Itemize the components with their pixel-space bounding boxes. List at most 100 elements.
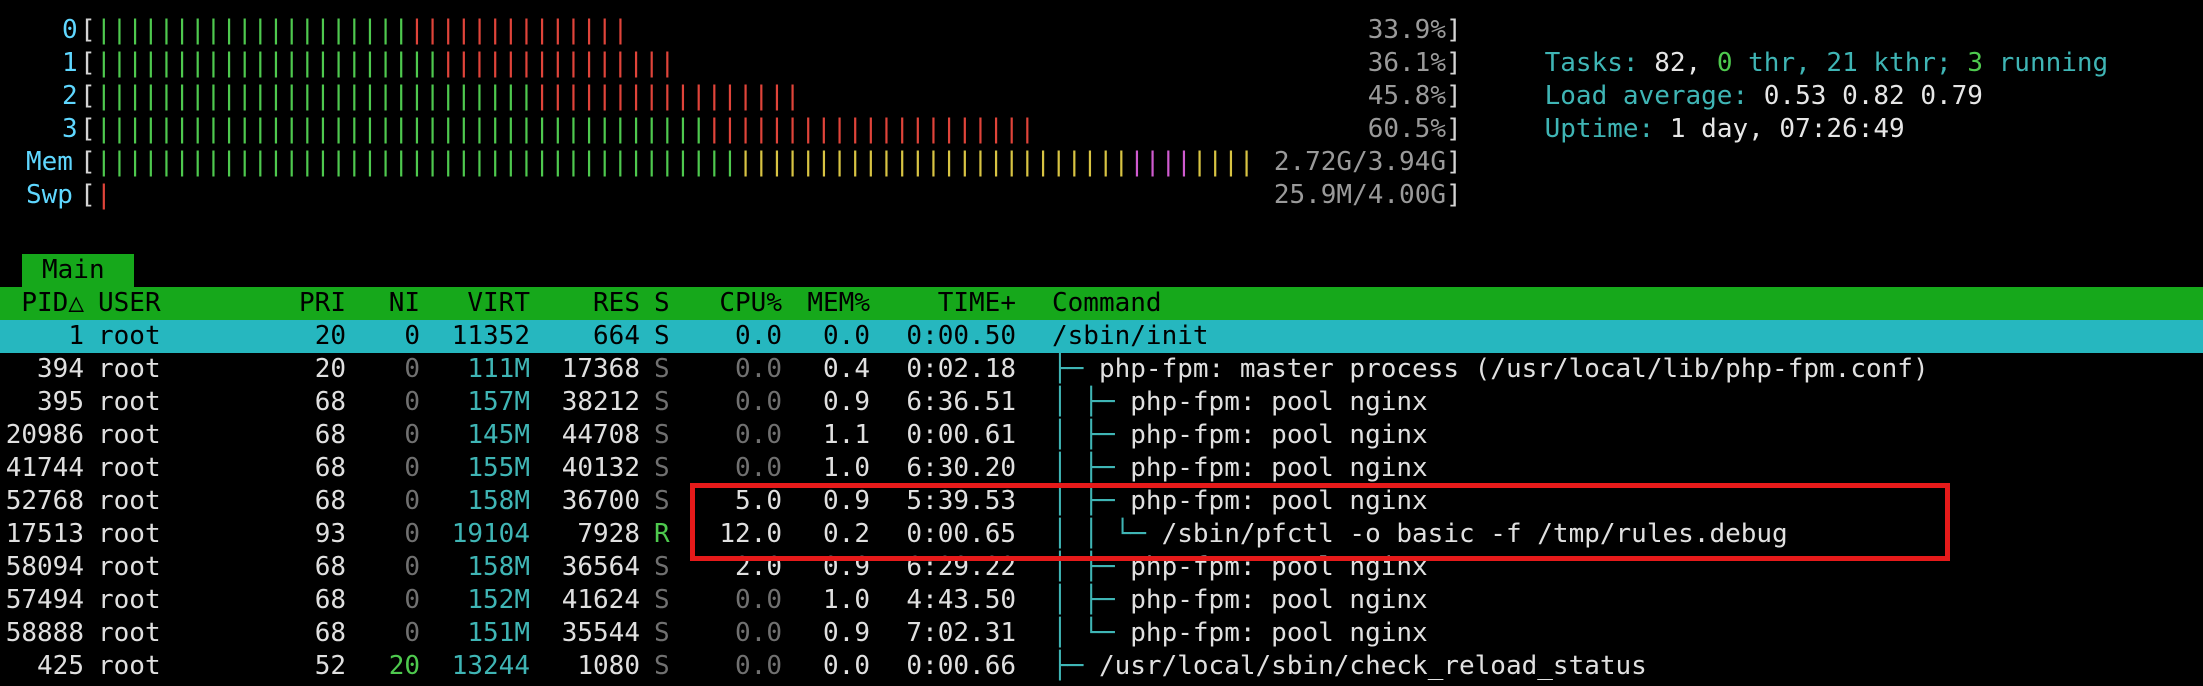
- row-cpu: 0.0: [735, 453, 782, 483]
- row-command-text: php-fpm: pool nginx: [1130, 486, 1428, 516]
- row-res: 41624: [561, 585, 640, 615]
- tree-connector: │ ├─: [1052, 453, 1115, 483]
- row-pri: 68: [314, 486, 346, 516]
- tree-connector: │ │ └─: [1052, 519, 1146, 549]
- col-ni[interactable]: NI: [370, 287, 420, 320]
- row-pri: 68: [314, 585, 346, 615]
- row-s: S: [654, 387, 670, 417]
- table-row[interactable]: 20986 root 68 0 145M 44708 S 0.0 1.1 0:00.61 │ ├─ …: [0, 419, 2203, 452]
- meter-bracket-open: [: [80, 15, 96, 45]
- row-pri: 68: [314, 453, 346, 483]
- table-row[interactable]: 58888 root 68 0 151M 35544 S 0.0 0.9 7:02.31 │ └─ …: [0, 617, 2203, 650]
- meter-label: 1: [62, 48, 78, 78]
- meter-bar: ||||||||||||||||||||||||||||||||||||||||…: [96, 114, 1036, 144]
- meter-value: 36.1%: [1367, 48, 1446, 78]
- col-s[interactable]: S: [654, 287, 670, 320]
- uptime-label: Uptime:: [1544, 114, 1655, 144]
- col-cpu[interactable]: CPU%: [690, 287, 782, 320]
- table-row[interactable]: 17513 root 93 0 19104 7928 R 12.0 0.2 0:00.65 │ │ …: [0, 518, 2203, 551]
- htop-terminal[interactable]: 0[|||||||||||||||||||||||||||||||||| 33.9…: [0, 0, 2203, 686]
- table-row[interactable]: 425 root 52 20 13244 1080 S 0.0 0.0 0:00.66 ├─ /us…: [0, 650, 2203, 683]
- table-row[interactable]: 41744 root 68 0 155M 40132 S 0.0 1.0 6:30.20 │ ├─ …: [0, 452, 2203, 485]
- row-pri: 20: [314, 354, 346, 384]
- row-pid: 395: [37, 387, 84, 417]
- row-s: S: [654, 354, 670, 384]
- meter-label: 3: [62, 114, 78, 144]
- row-mem: 0.0: [823, 321, 870, 351]
- row-cpu: 0.0: [735, 420, 782, 450]
- col-command[interactable]: Command: [1052, 287, 1162, 320]
- row-res: 1080: [577, 651, 640, 681]
- row-virt: 13244: [451, 651, 530, 681]
- row-user: root: [98, 651, 161, 681]
- table-row[interactable]: 394 root 20 0 111M 17368 S 0.0 0.4 0:02.18 ├─ php-…: [0, 353, 2203, 386]
- tab-main[interactable]: Main: [22, 254, 134, 287]
- meter-label: Swp: [26, 180, 73, 210]
- meter-bracket-close: ]: [1446, 48, 1462, 78]
- col-pid[interactable]: PID△: [0, 287, 84, 320]
- row-user: root: [98, 618, 161, 648]
- table-row[interactable]: 1 root 20 0 11352 664 S 0.0 0.0 0:00.50/sbin/init: [0, 320, 2203, 353]
- row-mem: 0.9: [823, 618, 870, 648]
- row-pid: 20986: [5, 420, 84, 450]
- col-mem[interactable]: MEM%: [790, 287, 870, 320]
- row-user: root: [98, 585, 161, 615]
- table-row[interactable]: 58094 root 68 0 158M 36564 S 2.0 0.9 6:29.22 │ ├─ …: [0, 551, 2203, 584]
- row-cpu: 0.0: [735, 387, 782, 417]
- row-command-text: php-fpm: pool nginx: [1130, 618, 1428, 648]
- row-command: │ ├─ php-fpm: pool nginx: [1052, 419, 1428, 452]
- table-row[interactable]: 52768 root 68 0 158M 36700 S 5.0 0.9 5:39.53 │ ├─ …: [0, 485, 2203, 518]
- row-pri: 20: [314, 321, 346, 351]
- row-time: 0:02.18: [906, 354, 1016, 384]
- col-time[interactable]: TIME+: [880, 287, 1016, 320]
- row-pid: 58888: [5, 618, 84, 648]
- row-ni: 0: [404, 618, 420, 648]
- meter-value: 2.72G/3.94G: [1273, 147, 1446, 177]
- table-row[interactable]: 395 root 68 0 157M 38212 S 0.0 0.9 6:36.51 │ ├─ ph…: [0, 386, 2203, 419]
- row-virt: 158M: [467, 486, 530, 516]
- tree-connector: ├─: [1052, 651, 1084, 681]
- row-pid: 1: [68, 321, 84, 351]
- row-ni: 0: [404, 552, 420, 582]
- row-command-text: php-fpm: pool nginx: [1130, 387, 1428, 417]
- meter-bracket-close: ]: [1446, 180, 1462, 210]
- row-cpu: 2.0: [735, 552, 782, 582]
- row-command: │ └─ php-fpm: pool nginx: [1052, 617, 1428, 650]
- row-command: ├─ /usr/local/sbin/check_reload_status: [1052, 650, 1647, 683]
- tree-connector: │ ├─: [1052, 420, 1115, 450]
- table-row[interactable]: 57494 root 68 0 152M 41624 S 0.0 1.0 4:43.50 │ ├─ …: [0, 584, 2203, 617]
- process-table-header: PID△ USER PRI NI VIRT RES S CPU% MEM% TI…: [0, 287, 2203, 320]
- row-cpu: 5.0: [735, 486, 782, 516]
- row-virt: 157M: [467, 387, 530, 417]
- row-ni: 0: [404, 519, 420, 549]
- meter-bracket-open: [: [80, 114, 96, 144]
- row-pid: 58094: [5, 552, 84, 582]
- row-res: 36564: [561, 552, 640, 582]
- row-command-text: /sbin/pfctl -o basic -f /tmp/rules.debug: [1161, 519, 1788, 549]
- col-pri[interactable]: PRI: [280, 287, 346, 320]
- row-time: 6:29.22: [906, 552, 1016, 582]
- row-command-text: /sbin/init: [1052, 321, 1209, 351]
- row-res: 40132: [561, 453, 640, 483]
- col-res[interactable]: RES: [540, 287, 640, 320]
- meter-bar: ||||||||||||||||||||||||||||||||||||||||…: [96, 81, 801, 111]
- meter-label: 2: [62, 81, 78, 111]
- row-user: root: [98, 552, 161, 582]
- row-command: │ │ └─ /sbin/pfctl -o basic -f /tmp/rule…: [1052, 518, 1788, 551]
- meter-value: 33.9%: [1367, 15, 1446, 45]
- row-res: 35544: [561, 618, 640, 648]
- row-ni: 0: [404, 486, 420, 516]
- col-virt[interactable]: VIRT: [430, 287, 530, 320]
- col-user[interactable]: USER: [98, 287, 161, 320]
- row-s: S: [654, 651, 670, 681]
- row-cpu: 0.0: [735, 651, 782, 681]
- row-user: root: [98, 387, 161, 417]
- row-time: 6:30.20: [906, 453, 1016, 483]
- row-command: │ ├─ php-fpm: pool nginx: [1052, 386, 1428, 419]
- row-pri: 52: [314, 651, 346, 681]
- row-time: 0:00.65: [906, 519, 1016, 549]
- row-user: root: [98, 453, 161, 483]
- row-res: 44708: [561, 420, 640, 450]
- meter-bracket-close: ]: [1446, 147, 1462, 177]
- tree-connector: ├─: [1052, 354, 1084, 384]
